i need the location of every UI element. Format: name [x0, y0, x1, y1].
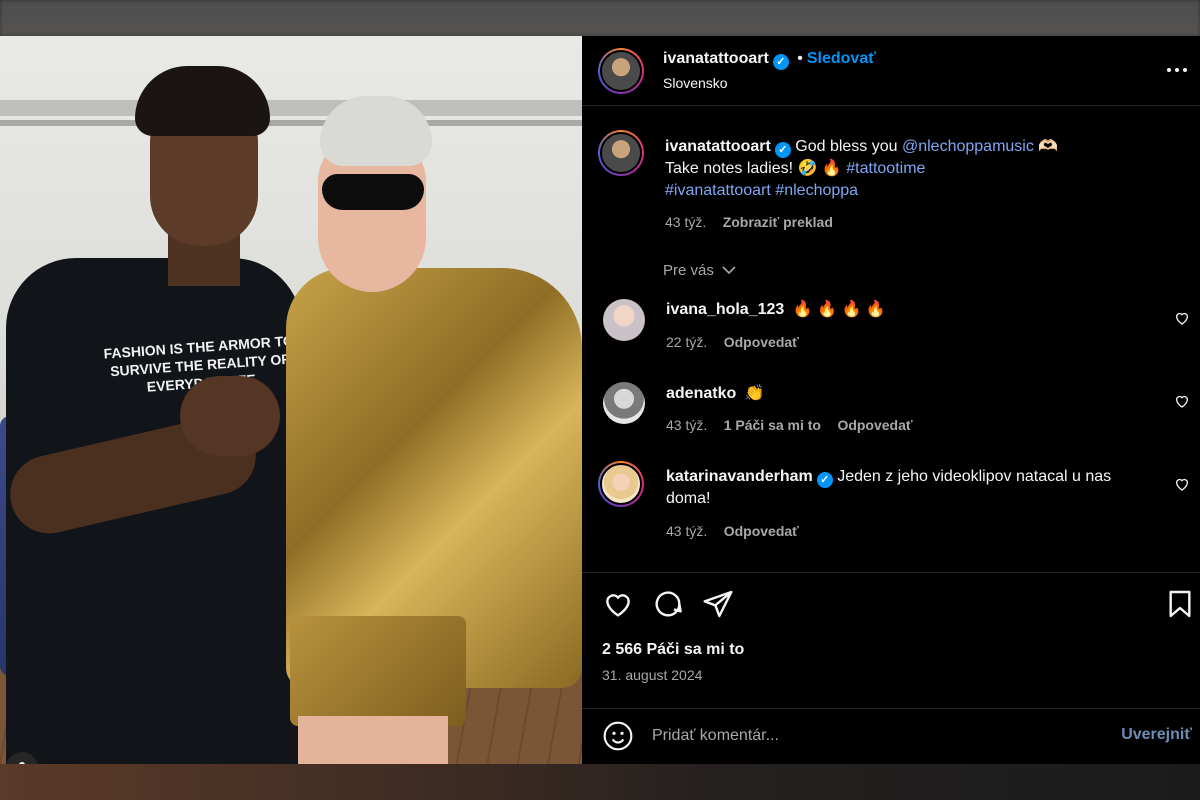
comment-likes-count[interactable]: 1 Páči sa mi to: [724, 417, 821, 433]
comment-item: katarinavanderham ✓ Jeden z jeho videokli…: [666, 466, 1136, 510]
comment-time[interactable]: 43 týž.: [666, 417, 707, 433]
comment-meta: 43 týž. Odpovedať: [666, 523, 799, 541]
comment-meta: 43 týž. 1 Páči sa mi to Odpovedať: [666, 417, 913, 435]
heart-icon: [1176, 312, 1188, 325]
comment-meta: 22 týž. Odpovedať: [666, 334, 799, 352]
post-photo[interactable]: FASHION IS THE ARMOR TO SURVIVE THE REAL…: [0, 36, 582, 764]
heart-icon: [1176, 395, 1188, 408]
comment-time[interactable]: 43 týž.: [666, 523, 707, 539]
author-avatar[interactable]: [598, 48, 644, 94]
comment-username[interactable]: ivana_hola_123: [666, 301, 784, 318]
post-details-panel: ivanatattooart ✓ • Sledovať Slovensko ivan…: [582, 36, 1200, 764]
caption-line-2: Take notes ladies! 🤣 🔥: [665, 160, 842, 177]
caption-emoji: 🫶🏻: [1038, 138, 1059, 155]
comment-text: 🔥 🔥 🔥 🔥: [792, 301, 886, 318]
more-options-button[interactable]: [1166, 60, 1188, 80]
post-header: ivanatattooart ✓ • Sledovať Slovensko: [582, 36, 1200, 106]
follow-button[interactable]: Sledovať: [807, 50, 876, 67]
woman-legs: [298, 716, 448, 764]
comment-like-button[interactable]: [1174, 393, 1190, 409]
verified-badge-icon: ✓: [774, 142, 791, 158]
separator-dot: •: [797, 50, 803, 67]
comment-composer: Uverejniť: [582, 708, 1200, 764]
sort-label: Pre vás: [663, 262, 714, 279]
save-button[interactable]: [1164, 588, 1196, 620]
verified-badge-icon: ✓: [772, 54, 789, 70]
caption-meta: 43 týž. Zobraziť preklad: [665, 214, 833, 232]
comment-sort-dropdown[interactable]: Pre vás: [663, 262, 736, 279]
hashtag-link[interactable]: #tattootime: [846, 160, 925, 177]
comment-like-button[interactable]: [1174, 476, 1190, 492]
heart-icon: [1176, 478, 1188, 491]
comment-avatar[interactable]: [603, 382, 645, 424]
comment-time[interactable]: 22 týž.: [666, 334, 707, 350]
caption-avatar[interactable]: [598, 130, 644, 176]
man-hands: [180, 376, 280, 456]
chevron-down-icon: [722, 262, 736, 279]
comment-text: 👏: [744, 385, 765, 402]
emoji-icon: [603, 721, 633, 751]
likes-count[interactable]: 2 566 Páči sa mi to: [602, 641, 744, 659]
more-horizontal-icon: [1167, 68, 1187, 72]
backdrop-top-strip: [0, 0, 1200, 36]
send-icon: [703, 590, 733, 618]
backdrop-bottom-strip: [0, 764, 1200, 800]
comment-avatar[interactable]: [598, 461, 644, 507]
heart-icon: [606, 594, 630, 617]
caption-time[interactable]: 43 týž.: [665, 214, 706, 230]
comment-icon: [655, 591, 682, 617]
bookmark-icon: [1169, 590, 1191, 618]
user-icon: [19, 762, 25, 764]
comment-username[interactable]: adenatko: [666, 385, 736, 402]
mention-link[interactable]: @nlechoppamusic: [902, 138, 1034, 155]
post-comment-button[interactable]: Uverejniť: [1121, 726, 1192, 744]
caption-username[interactable]: ivanatattooart: [665, 138, 771, 155]
man-hair: [135, 66, 270, 136]
verified-badge-icon: ✓: [816, 472, 833, 488]
caption-text: God bless you: [795, 138, 898, 155]
author-line: ivanatattooart ✓ • Sledovať: [663, 50, 876, 70]
post-date[interactable]: 31. august 2024: [602, 667, 702, 683]
emoji-button[interactable]: [602, 720, 634, 752]
caption: ivanatattooart ✓ God bless you @nlechoppa…: [665, 136, 1165, 202]
reply-button[interactable]: Odpovedať: [837, 417, 912, 433]
comment-input[interactable]: [652, 723, 1082, 749]
divider: [582, 572, 1200, 573]
woman-hair: [320, 96, 432, 166]
comment-username[interactable]: katarinavanderham: [666, 468, 813, 485]
tent-frame-lower: [0, 120, 582, 126]
woman-gold-shorts: [290, 616, 466, 726]
share-button[interactable]: [702, 588, 734, 620]
reply-button[interactable]: Odpovedať: [724, 523, 799, 539]
hashtag-link[interactable]: #ivanatattooart: [665, 182, 771, 199]
author-username[interactable]: ivanatattooart: [663, 50, 769, 67]
woman-sunglasses: [322, 174, 424, 210]
reply-button[interactable]: Odpovedať: [724, 334, 799, 350]
comment-like-button[interactable]: [1174, 310, 1190, 326]
comment-item: adenatko 👏: [666, 383, 765, 405]
location-link[interactable]: Slovensko: [663, 75, 728, 91]
comment-avatar[interactable]: [603, 299, 645, 341]
tent-frame: [0, 100, 582, 116]
translate-button[interactable]: Zobraziť preklad: [723, 214, 833, 230]
comment-button[interactable]: [652, 588, 684, 620]
hashtag-link[interactable]: #nlechoppa: [775, 182, 858, 199]
comment-item: ivana_hola_123 🔥 🔥 🔥 🔥: [666, 299, 886, 321]
like-button[interactable]: [602, 588, 634, 620]
